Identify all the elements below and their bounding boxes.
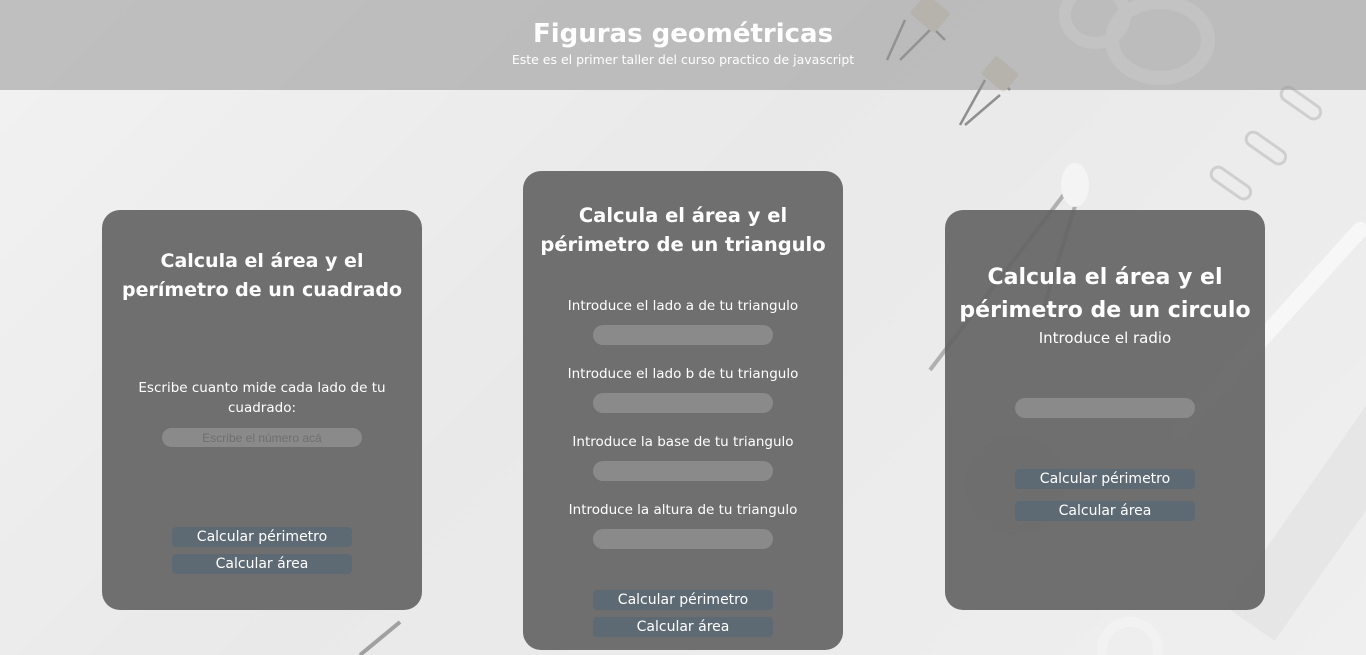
triangle-card-title: Calcula el área y el périmetro de un tri… [540,204,826,256]
triangle-base-label: Introduce la base de tu triangulo [572,434,794,450]
triangle-base-input[interactable] [593,461,773,481]
page-header: Figuras geométricas Este es el primer ta… [0,0,1366,90]
triangle-side-b-input[interactable] [593,393,773,413]
triangle-height-label: Introduce la altura de tu triangulo [568,502,798,518]
page-title: Figuras geométricas [532,19,834,49]
square-perimeter-button[interactable]: Calcular périmetro [172,527,352,547]
triangle-card: Calcula el área y el périmetro de un tri… [523,171,843,650]
triangle-perimeter-button[interactable]: Calcular périmetro [593,590,773,610]
square-area-button[interactable]: Calcular área [172,554,352,574]
square-side-label: Escribe cuanto mide cada lado de tu cuad… [138,380,386,416]
circle-card-title: Calcula el área y el périmetro de un cir… [959,265,1251,323]
triangle-side-a-label: Introduce el lado a de tu triangulo [567,298,799,314]
square-card: Calcula el área y el perímetro de un cua… [102,210,422,610]
triangle-side-b-label: Introduce el lado b de tu triangulo [567,366,799,382]
circle-area-button[interactable]: Calcular área [1015,501,1195,521]
triangle-side-a-input[interactable] [593,325,773,345]
circle-radius-label: Introduce el radio [1038,329,1172,347]
triangle-height-input[interactable] [593,529,773,549]
circle-perimeter-button[interactable]: Calcular périmetro [1015,469,1195,489]
circle-card: Calcula el área y el périmetro de un cir… [945,210,1265,610]
triangle-area-button[interactable]: Calcular área [593,617,773,637]
square-card-title: Calcula el área y el perímetro de un cua… [122,250,402,301]
circle-radius-input[interactable] [1015,398,1195,418]
page-subtitle: Este es el primer taller del curso pract… [511,52,855,67]
square-side-input[interactable] [162,428,362,447]
